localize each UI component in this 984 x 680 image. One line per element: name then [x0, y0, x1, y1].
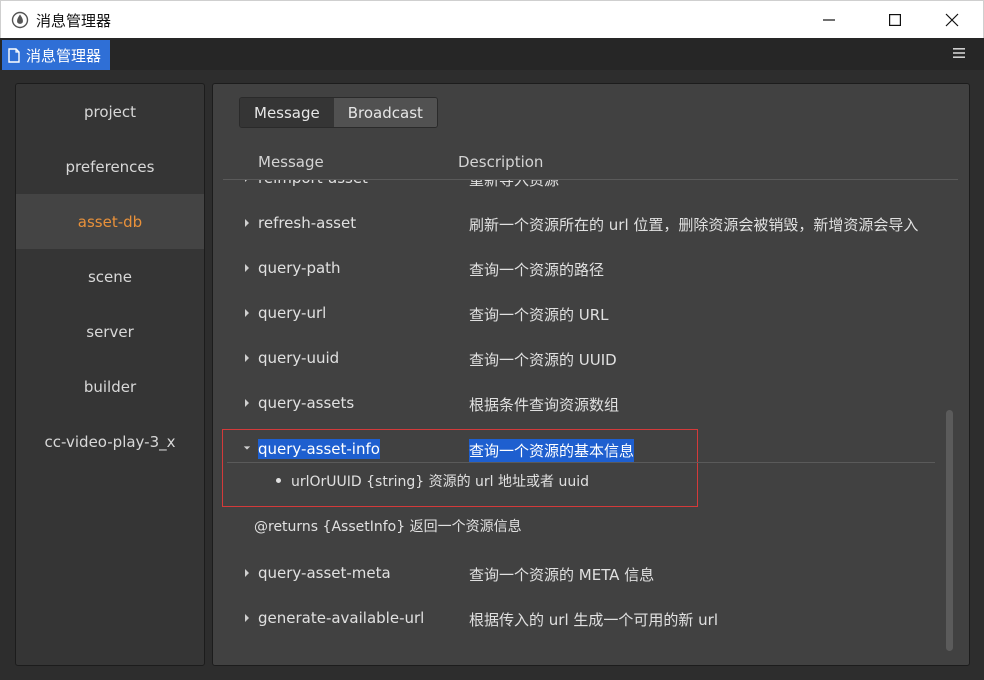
menu-icon[interactable]: [952, 46, 966, 60]
list-item[interactable]: query-uuid 查询一个资源的 UUID: [213, 338, 953, 383]
maximize-button[interactable]: [872, 1, 918, 39]
detail-divider: [227, 462, 935, 463]
list-item[interactable]: reimport-asset 重新导入资源: [213, 180, 953, 203]
close-icon: [945, 13, 959, 27]
minimize-button[interactable]: [806, 1, 852, 39]
caret-down-icon: [243, 446, 251, 450]
window-title: 消息管理器: [36, 12, 112, 30]
caret-right-icon: [245, 614, 249, 622]
bullet-icon: [276, 478, 281, 483]
caret-right-icon: [245, 180, 247, 182]
caret-right-icon: [245, 399, 249, 407]
returns-description: @returns {AssetInfo} 返回一个资源信息: [254, 519, 522, 535]
list-item[interactable]: generate-available-url 根据传入的 url 生成一个可用的…: [213, 598, 953, 643]
caret-right-icon: [245, 219, 249, 227]
panel-tab-message-manager[interactable]: 消息管理器: [2, 40, 110, 70]
param-description: urlOrUUID {string} 资源的 url 地址或者 uuid: [291, 474, 589, 490]
window-titlebar: 消息管理器: [0, 0, 984, 38]
app-logo-icon: [11, 11, 29, 29]
list-item[interactable]: refresh-asset 刷新一个资源所在的 url 位置，删除资源会被销毁，…: [213, 203, 953, 248]
message-panel: Message Broadcast Message Description re…: [212, 83, 970, 666]
list-item[interactable]: query-asset-meta 查询一个资源的 META 信息: [213, 553, 953, 598]
close-button[interactable]: [929, 1, 975, 39]
list-item[interactable]: query-path 查询一个资源的路径: [213, 248, 953, 293]
sidebar-item-asset-db[interactable]: asset-db: [16, 194, 204, 249]
view-switcher: Message Broadcast: [239, 97, 438, 128]
sidebar-item-project[interactable]: project: [16, 84, 204, 139]
sidebar-item-preferences[interactable]: preferences: [16, 139, 204, 194]
column-header-message: Message: [258, 153, 324, 171]
sidebar-item-server[interactable]: server: [16, 304, 204, 359]
caret-right-icon: [245, 309, 249, 317]
document-icon: [8, 47, 20, 63]
content-area: project preferences asset-db scene serve…: [0, 70, 984, 680]
sidebar: project preferences asset-db scene serve…: [15, 83, 205, 666]
list-item[interactable]: query-assets 根据条件查询资源数组: [213, 383, 953, 428]
message-list: reimport-asset 重新导入资源 refresh-asset 刷新一个…: [213, 180, 953, 665]
minimize-icon: [823, 19, 835, 21]
column-header-description: Description: [458, 153, 544, 171]
list-item-expanded[interactable]: query-asset-info 查询一个资源的基本信息: [213, 428, 953, 473]
caret-right-icon: [245, 354, 249, 362]
panel-tabstrip: 消息管理器: [0, 38, 984, 70]
tab-broadcast[interactable]: Broadcast: [333, 98, 437, 127]
list-item[interactable]: query-url 查询一个资源的 URL: [213, 293, 953, 338]
panel-tab-label: 消息管理器: [26, 46, 102, 65]
sidebar-item-cc-video-play[interactable]: cc-video-play-3_x: [16, 414, 204, 469]
tab-message[interactable]: Message: [240, 98, 334, 127]
maximize-icon: [889, 14, 901, 26]
caret-right-icon: [245, 264, 249, 272]
caret-right-icon: [245, 569, 249, 577]
sidebar-item-scene[interactable]: scene: [16, 249, 204, 304]
vertical-scrollbar[interactable]: [946, 410, 953, 651]
sidebar-item-builder[interactable]: builder: [16, 359, 204, 414]
